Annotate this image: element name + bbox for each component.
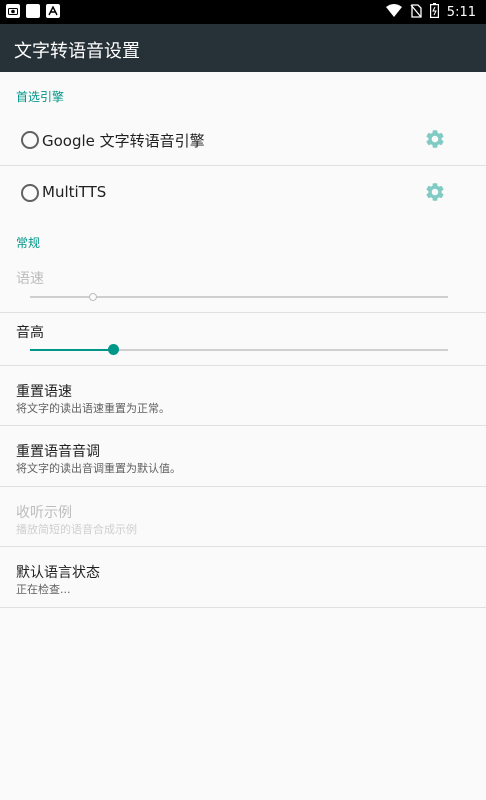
speech-rate-preference: 语速 [0, 258, 486, 313]
app-toolbar: 文字转语音设置 [0, 24, 486, 72]
listen-example-title: 收听示例 [16, 505, 72, 521]
square-icon [26, 4, 40, 18]
engine-row-google[interactable]: Google 文字转语音引擎 [0, 112, 486, 166]
page-title: 文字转语音设置 [14, 41, 140, 62]
listen-example-summary: 播放简短的语音合成示例 [16, 523, 137, 536]
radio-button-google[interactable] [21, 131, 39, 149]
radio-button-multitts[interactable] [21, 184, 39, 202]
status-bar: 5:11 [0, 0, 486, 24]
default-language-status-summary: 正在检查... [16, 583, 71, 596]
pitch-slider-thumb[interactable] [108, 344, 120, 355]
default-language-status-item[interactable]: 默认语言状态 正在检查... [0, 547, 486, 608]
reset-speech-rate-item[interactable]: 重置语速 将文字的读出语速重置为正常。 [0, 366, 486, 426]
engine-label-google: Google 文字转语音引擎 [42, 132, 205, 150]
no-sim-icon [410, 3, 422, 22]
battery-icon [429, 3, 439, 22]
a-icon [46, 4, 60, 18]
wifi-icon [385, 3, 402, 22]
reset-pitch-item[interactable]: 重置语音音调 将文字的读出音调重置为默认值。 [0, 426, 486, 487]
clock: 5:11 [446, 5, 476, 20]
reset-pitch-title: 重置语音音调 [16, 444, 100, 460]
camera-icon [6, 4, 20, 18]
reset-speech-rate-title: 重置语速 [16, 384, 72, 400]
engine-label-multitts: MultiTTS [42, 183, 107, 201]
pitch-slider-fill [30, 349, 114, 351]
default-language-status-title: 默认语言状态 [16, 565, 100, 581]
gear-icon[interactable] [424, 181, 446, 203]
reset-pitch-summary: 将文字的读出音调重置为默认值。 [16, 462, 181, 475]
pitch-preference: 音高 [0, 313, 486, 366]
gear-icon[interactable] [424, 128, 446, 150]
listen-example-item: 收听示例 播放简短的语音合成示例 [0, 487, 486, 547]
section-header-preferred-engine: 首选引擎 [16, 90, 65, 104]
reset-speech-rate-summary: 将文字的读出语速重置为正常。 [16, 402, 170, 415]
speech-rate-title: 语速 [16, 271, 44, 287]
section-header-general: 常规 [16, 236, 41, 250]
speech-rate-slider-thumb [88, 293, 97, 301]
pitch-title: 音高 [16, 325, 44, 341]
engine-row-multitts[interactable]: MultiTTS [0, 166, 486, 218]
